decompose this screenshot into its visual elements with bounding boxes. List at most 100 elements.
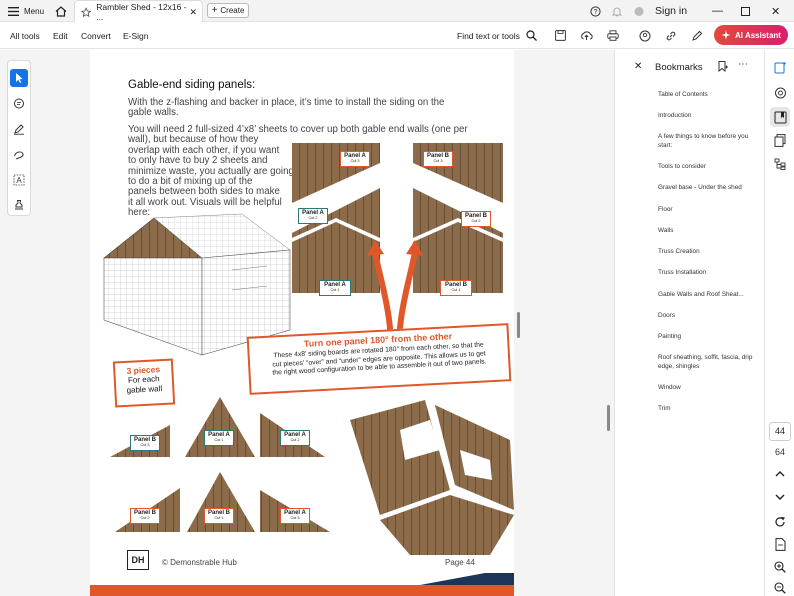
svg-text:A: A [16,176,22,185]
sign-pen-button[interactable] [688,27,705,44]
home-icon [55,5,67,17]
cursor-icon [16,73,23,83]
document-tab[interactable]: Rambler Shed - 12x16 - ... ✕ [74,0,203,23]
find-tools-button[interactable]: Find text or tools [457,22,537,49]
zoom-in-button[interactable] [772,559,788,575]
bookmark-item[interactable]: Floor [658,206,758,215]
plus-icon: + [211,5,218,16]
rotation-callout: Turn one panel 180° from the other These… [246,323,512,395]
section-heading: Gable-end siding panels: [128,79,256,91]
bookmark-item[interactable]: A few things to know before you start: [658,133,758,150]
bookmark-item[interactable]: Truss Installation [658,269,758,278]
find-label: Find text or tools [457,30,520,41]
current-page-input[interactable]: 44 [769,422,791,441]
footer-page-number: Page 44 [445,558,475,567]
share-button[interactable] [636,27,653,44]
link-icon [666,31,675,40]
previous-page-button[interactable] [772,466,788,482]
comment-icon [774,87,786,98]
document-page[interactable]: Gable-end siding panels: With the z-flas… [90,50,514,596]
help-button[interactable]: ? [590,0,601,22]
select-tool[interactable] [10,69,28,87]
sparkle-icon [721,30,731,40]
print-button[interactable] [604,27,621,44]
menu-convert[interactable]: Convert [81,22,111,49]
label-panel-a-cut1-piece: Panel A Cut 1 [204,430,234,446]
save-button[interactable] [552,27,569,44]
highlight-icon [14,124,24,135]
comments-panel-button[interactable] [772,85,788,101]
bookmark-item[interactable]: Truss Creation [658,248,758,257]
label-panel-b-cut3-piece: Panel B Cut 3 [130,435,160,451]
generative-summary-button[interactable] [772,59,788,75]
star-icon[interactable] [81,6,92,18]
bookmark-item[interactable]: Trim [658,405,758,414]
profile-icon-button[interactable] [634,0,644,22]
highlight-tool[interactable] [10,120,28,138]
rotate-icon [775,517,785,527]
page-thumbnails-button[interactable] [772,132,788,148]
menu-edit[interactable]: Edit [53,22,68,49]
menu-all-tools[interactable]: All tools [10,22,40,49]
maximize-button[interactable] [741,0,750,22]
zoom-in-icon [774,561,786,573]
bookmark-item[interactable]: Gravel base - Under the shed [658,184,758,193]
menu-esign[interactable]: E-Sign [123,22,149,49]
bookmark-item[interactable]: Gable Walls and Roof Sheat... [658,291,758,300]
bookmark-item[interactable]: Window [658,384,758,393]
draw-tool[interactable] [10,146,28,164]
bookmark-item[interactable]: Doors [658,312,758,321]
stamp-tool[interactable] [10,196,28,214]
create-label: Create [220,6,245,15]
save-icon [555,30,566,41]
bookmarks-title: Bookmarks [655,62,703,73]
more-options-icon[interactable]: ⋯ [738,59,749,70]
user-circle-icon [634,6,644,16]
help-icon: ? [590,5,601,17]
close-tab-icon[interactable]: ✕ [189,7,197,18]
comment-tool[interactable] [10,95,28,113]
notifications-button[interactable] [612,0,622,22]
bookmark-item[interactable]: Walls [658,227,758,236]
bookmarks-panel-button[interactable] [770,107,790,127]
text-select-icon: A [13,174,25,186]
close-window-button[interactable]: ✕ [771,0,780,22]
sign-in-link[interactable]: Sign in [655,0,687,22]
refresh-button[interactable] [772,514,788,530]
footer-color-bar [90,573,514,596]
home-button[interactable] [55,0,67,22]
create-button[interactable]: + Create [207,3,249,18]
structure-button[interactable] [772,156,788,172]
add-bookmark-button[interactable] [718,61,728,72]
label-panel-a-cut3-piece: Panel A Cut 3 [280,508,310,524]
exploded-gable-assembly [350,400,514,555]
ai-assistant-button[interactable]: AI Assistant [714,25,788,45]
bookmark-item[interactable]: Painting [658,333,758,342]
menu-icon [8,6,19,16]
bookmark-item[interactable]: Tools to consider [658,163,758,172]
quick-tools-bar: A [7,60,31,216]
next-page-button[interactable] [772,489,788,505]
label-panel-b-cut2-piece: Panel B Cut 2 [130,508,160,524]
panel-resize-handle[interactable] [517,312,520,338]
page-tools-button[interactable] [772,536,788,552]
ai-assistant-label: AI Assistant [735,30,781,40]
pages-icon [774,133,786,147]
bookmark-item[interactable]: Table of Contents [658,91,758,100]
maximize-icon [741,6,750,16]
zoom-out-button[interactable] [772,580,788,596]
doc-scrollbar-thumb[interactable] [607,405,610,431]
minimize-button[interactable]: — [712,0,723,22]
add-bookmark-icon [718,61,728,72]
bookmark-item[interactable]: Roof sheathing, soffit, fascia, drip edg… [658,354,758,371]
bookmarks-panel: ✕ Bookmarks ⋯ Table of Contents Introduc… [614,50,764,596]
share-person-icon [639,30,650,41]
menu-label: Menu [24,6,45,16]
footer-brand: © Demonstrable Hub [162,558,237,567]
bookmark-item[interactable]: Introduction [658,112,758,121]
upload-button[interactable] [578,27,595,44]
menu-button[interactable]: Menu [8,0,44,22]
text-tool[interactable]: A [10,171,28,189]
close-panel-icon[interactable]: ✕ [634,61,642,72]
link-button[interactable] [662,27,679,44]
